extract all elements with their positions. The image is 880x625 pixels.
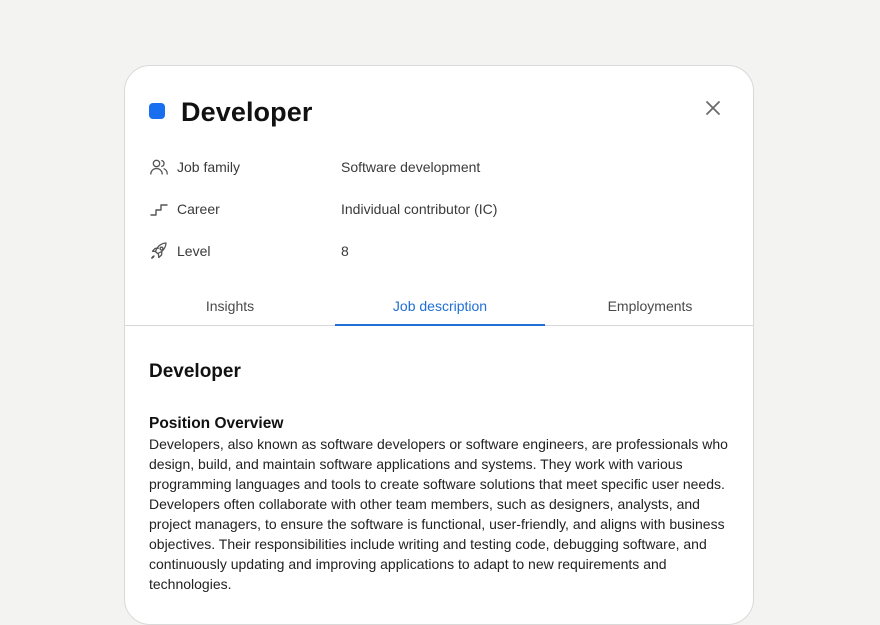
section-heading: Position Overview [149,415,284,432]
property-career: Career Individual contributor (IC) [149,188,729,230]
property-job-family: Job family Software development [149,146,729,188]
page-title: Developer [181,97,313,127]
job-color-swatch [149,103,165,119]
close-icon [706,101,720,115]
job-detail-panel: Developer Job family Software developmen… [124,65,754,625]
property-label: Level [177,243,211,259]
tab-employments[interactable]: Employments [545,286,753,325]
stairs-icon [149,199,169,219]
property-label: Career [177,201,220,217]
job-description-content: Developer Position Overview Developers, … [149,360,735,594]
panel-header: Developer [149,96,312,126]
description-title: Developer [149,361,241,382]
close-button[interactable] [705,100,721,116]
property-level: Level 8 [149,230,729,272]
tab-insights[interactable]: Insights [125,286,335,325]
property-value: 8 [341,243,349,259]
tab-bar: Insights Job description Employments [125,286,753,326]
rocket-icon [149,241,169,261]
job-properties: Job family Software development Career I… [149,146,729,272]
property-label: Job family [177,159,241,175]
section-body: Developers, also known as software devel… [149,436,728,592]
property-value: Individual contributor (IC) [341,201,498,217]
property-value: Software development [341,159,481,175]
tab-job-description[interactable]: Job description [335,286,545,326]
people-icon [149,157,169,177]
